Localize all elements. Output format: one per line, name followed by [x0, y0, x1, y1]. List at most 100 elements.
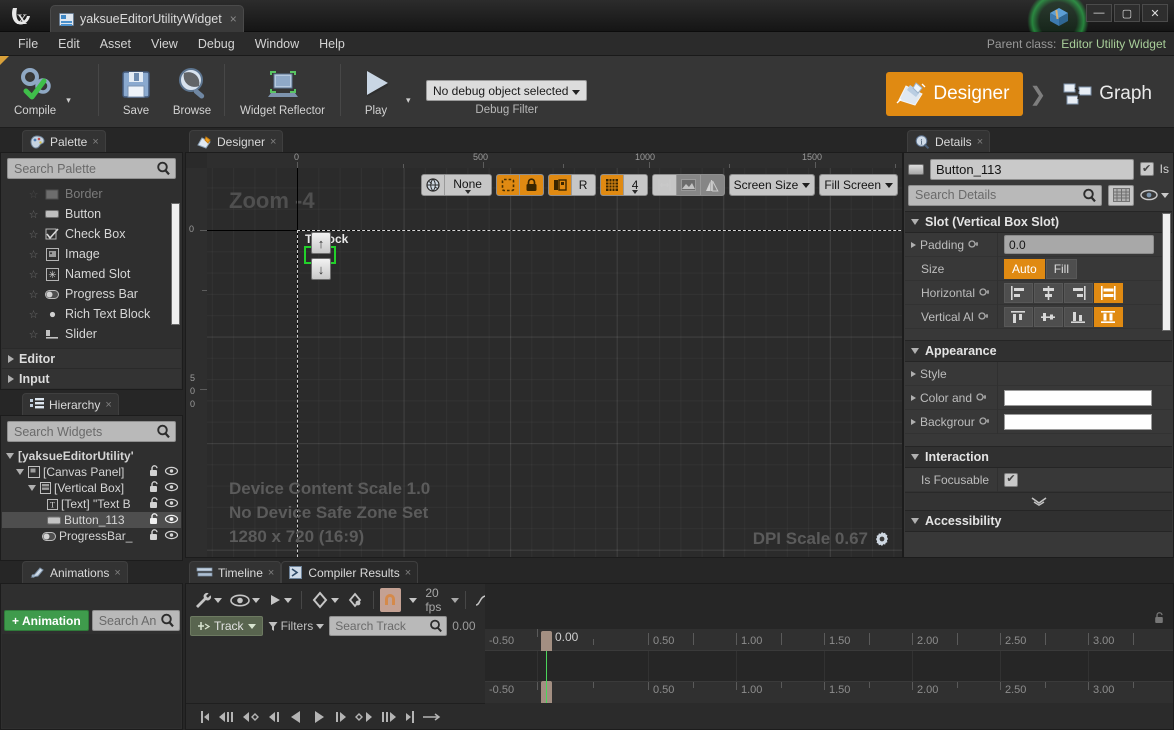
visibility-eye-icon[interactable]	[164, 498, 179, 508]
hierarchy-row-button-113[interactable]: Button_113	[2, 512, 181, 528]
search-track-input[interactable]: Search Track	[329, 616, 448, 636]
list-item[interactable]: ☆ Border	[2, 184, 181, 204]
favorite-star-icon[interactable]: ☆	[28, 228, 39, 241]
visibility-eye-icon[interactable]	[164, 530, 179, 540]
widget-name-input[interactable]: Button_113	[930, 158, 1134, 180]
globe-icon[interactable]	[421, 175, 445, 195]
jump-to-start-icon[interactable]	[200, 710, 210, 724]
valign-top-button[interactable]	[1004, 306, 1033, 327]
details-section-interaction[interactable]: Interaction	[905, 446, 1172, 468]
add-track-button[interactable]: Track	[190, 616, 263, 636]
unlock-icon[interactable]	[149, 465, 160, 477]
menu-file[interactable]: File	[8, 32, 48, 56]
close-icon[interactable]: ×	[228, 12, 237, 26]
list-item[interactable]: ☆ T Text	[2, 344, 181, 347]
widget-reflector-button[interactable]: Widget Reflector	[232, 60, 333, 117]
mirror-icon[interactable]	[700, 175, 724, 195]
timeline-ruler-top[interactable]: -0.50 0.50 1.00 1.50 2.00 2.50 3.00	[485, 629, 1173, 651]
list-item[interactable]: ☆ ✳ Named Slot	[2, 264, 181, 284]
animations-list-empty[interactable]	[2, 634, 181, 728]
background-color-swatch[interactable]	[1004, 413, 1152, 430]
search-details-input[interactable]: Search Details	[908, 184, 1102, 206]
maximize-button[interactable]: ▢	[1114, 4, 1140, 22]
mode-graph-button[interactable]: Graph	[1052, 72, 1166, 116]
palette-category-input[interactable]: Input	[2, 368, 181, 388]
list-item[interactable]: ☆ Image	[2, 244, 181, 264]
bind-pin-icon[interactable]	[978, 311, 990, 322]
tab-hierarchy[interactable]: Hierarchy ×	[22, 393, 119, 415]
favorite-star-icon[interactable]: ☆	[28, 268, 39, 281]
color-and-opacity-swatch[interactable]	[1004, 389, 1152, 406]
screen-size-select[interactable]: Screen Size	[729, 175, 815, 195]
close-icon[interactable]: ×	[405, 567, 411, 579]
details-section-appearance[interactable]: Appearance	[905, 340, 1172, 362]
snap-options-chevron-down-icon[interactable]	[409, 597, 418, 603]
keyframe-options-button[interactable]	[308, 589, 342, 611]
palette-category-editor[interactable]: Editor	[2, 348, 181, 368]
chevron-right-icon[interactable]	[911, 241, 916, 248]
close-icon[interactable]: ×	[270, 136, 276, 148]
valign-bottom-button[interactable]	[1064, 306, 1093, 327]
hierarchy-row-canvas-panel[interactable]: [Canvas Panel]	[2, 464, 181, 480]
menu-window[interactable]: Window	[245, 32, 309, 56]
expand-more-properties[interactable]	[905, 492, 1172, 510]
ruler-horizontal[interactable]: 0 500 1000 1500	[207, 153, 902, 168]
list-item[interactable]: ☆ Slider	[2, 324, 181, 344]
move-down-button[interactable]: ↓	[311, 258, 331, 280]
timeline-ruler-bottom[interactable]: -0.50 0.50 1.00 1.50 2.00 2.50 3.00	[485, 681, 1173, 703]
asset-tab[interactable]: yaksueEditorUtilityWidget ×	[50, 5, 244, 32]
close-icon[interactable]: ×	[92, 136, 98, 148]
chevron-down-icon[interactable]	[28, 485, 36, 491]
close-icon[interactable]: ×	[105, 399, 111, 411]
gear-icon[interactable]	[874, 531, 890, 547]
localization-preview-select[interactable]: None	[444, 175, 491, 195]
previous-key-icon[interactable]	[242, 710, 260, 724]
tab-animations[interactable]: Animations ×	[22, 561, 128, 583]
chevron-right-icon[interactable]	[911, 370, 916, 377]
unlock-icon[interactable]	[149, 481, 160, 493]
lock-icon[interactable]	[519, 175, 543, 195]
list-item[interactable]: ☆ Check Box	[2, 224, 181, 244]
visibility-eye-icon[interactable]	[164, 514, 179, 524]
move-up-button[interactable]: ↑	[311, 232, 331, 254]
mode-designer-button[interactable]: Designer	[886, 72, 1024, 116]
size-fill-button[interactable]: Fill	[1045, 258, 1078, 279]
halign-left-button[interactable]	[1004, 282, 1033, 303]
valign-fill-button[interactable]	[1094, 306, 1123, 327]
playback-options-button[interactable]	[265, 591, 295, 609]
tab-timeline[interactable]: Timeline ×	[189, 561, 282, 583]
respect-locks-icon[interactable]	[548, 175, 572, 195]
size-auto-button[interactable]: Auto	[1004, 258, 1045, 279]
menu-view[interactable]: View	[141, 32, 188, 56]
search-animations-input[interactable]: Search An	[91, 610, 180, 631]
grid-icon[interactable]	[600, 175, 624, 195]
view-options-button[interactable]	[227, 592, 263, 609]
search-palette-input[interactable]: Search Palette	[7, 158, 176, 179]
chevron-right-icon[interactable]	[911, 418, 916, 425]
step-backward-icon[interactable]	[267, 710, 281, 724]
fps-select[interactable]: 20 fps	[425, 586, 460, 614]
dashed-box-icon[interactable]	[496, 175, 520, 195]
is-focusable-checkbox[interactable]	[1004, 472, 1018, 487]
details-section-slot[interactable]: Slot (Vertical Box Slot)	[905, 211, 1172, 233]
visibility-options-button[interactable]	[1140, 189, 1169, 201]
play-options-chevron-down-icon[interactable]: ▾	[404, 79, 415, 106]
preview-image-icon[interactable]	[676, 175, 701, 195]
hierarchy-tree[interactable]: [yaksueEditorUtility' [Canvas Panel] [Ve…	[2, 448, 181, 556]
favorite-star-icon[interactable]: ☆	[28, 248, 39, 261]
menu-asset[interactable]: Asset	[90, 32, 141, 56]
padding-input[interactable]: 0.0	[1004, 235, 1154, 254]
compile-button[interactable]: Compile	[6, 60, 64, 117]
jump-to-next-section-icon[interactable]	[380, 710, 398, 724]
visibility-eye-icon[interactable]	[164, 482, 179, 492]
fill-screen-select[interactable]: Fill Screen	[820, 175, 897, 195]
snap-magnet-toggle[interactable]	[379, 588, 402, 612]
tab-designer[interactable]: Designer ×	[189, 130, 284, 152]
tab-palette[interactable]: Palette ×	[22, 130, 106, 152]
favorite-star-icon[interactable]: ☆	[28, 328, 39, 341]
hierarchy-row-progress-bar[interactable]: ProgressBar_	[2, 528, 181, 544]
parent-class-link[interactable]: Editor Utility Widget	[1061, 32, 1166, 57]
timeline-lock-icon[interactable]	[1154, 612, 1165, 624]
debug-object-select[interactable]: No debug object selected	[426, 80, 588, 101]
details-properties[interactable]: Slot (Vertical Box Slot) Padding 0.0 Siz…	[905, 211, 1172, 556]
